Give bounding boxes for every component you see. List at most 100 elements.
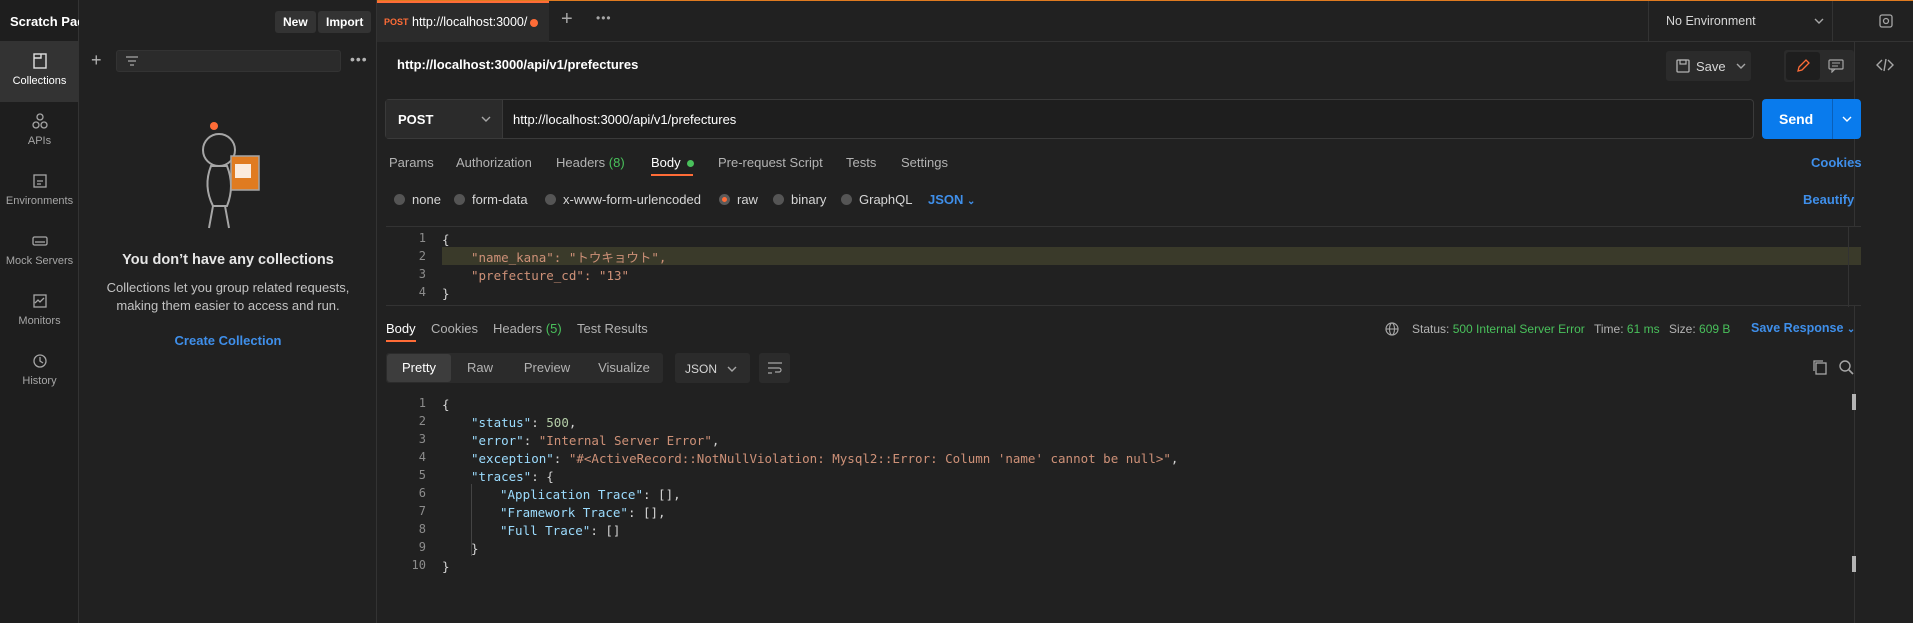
view-visualize-button[interactable]: Visualize: [585, 354, 663, 382]
response-tab-test-results[interactable]: Test Results: [577, 321, 648, 336]
status-value: 500 Internal Server Error: [1452, 322, 1585, 336]
code-snippet-icon[interactable]: [1876, 58, 1894, 72]
rail-item-apis[interactable]: APIs: [0, 102, 79, 162]
new-button[interactable]: New: [275, 11, 316, 33]
tab-tests[interactable]: Tests: [846, 155, 876, 170]
response-status[interactable]: Status: 500 Internal Server Error: [1412, 322, 1585, 336]
scrollbar-thumb[interactable]: [1852, 556, 1856, 572]
save-icon: [1676, 59, 1690, 73]
save-button[interactable]: Save: [1666, 51, 1751, 81]
line-number: 4: [418, 450, 426, 464]
method-label: POST: [398, 112, 434, 127]
code-line: }: [471, 541, 479, 556]
radio-binary[interactable]: binary: [773, 192, 826, 207]
response-size[interactable]: Size: 609 B: [1669, 322, 1730, 336]
apis-icon: [31, 113, 48, 129]
view-raw-button[interactable]: Raw: [451, 354, 509, 382]
status-label: Status:: [1412, 322, 1450, 336]
tab-body[interactable]: Body: [651, 155, 695, 170]
environment-selector[interactable]: No Environment: [1649, 1, 1832, 42]
response-time[interactable]: Time: 61 ms: [1594, 322, 1660, 336]
radio-dot: [773, 194, 784, 205]
time-label: Time:: [1594, 322, 1624, 336]
rail-item-environments[interactable]: Environments: [0, 162, 79, 222]
method-select[interactable]: POST: [386, 100, 503, 138]
chevron-down-icon: ⌄: [967, 196, 976, 207]
request-body-editor[interactable]: 1 2 3 4 { "name_kana": "トウキョウト", "prefec…: [386, 226, 1861, 307]
rail-item-collections[interactable]: Collections: [0, 42, 79, 102]
view-preview-button[interactable]: Preview: [509, 354, 585, 382]
rail-item-history[interactable]: History: [0, 342, 79, 402]
cookies-link[interactable]: Cookies: [1811, 155, 1862, 170]
divider: [1832, 1, 1833, 42]
beautify-link[interactable]: Beautify: [1803, 192, 1854, 207]
environment-quick-look-icon[interactable]: [1878, 13, 1894, 29]
edit-mode-button[interactable]: [1786, 52, 1820, 80]
line-number: 5: [418, 468, 426, 482]
code-line: "error": "Internal Server Error",: [471, 433, 720, 448]
code-line: "status": 500,: [471, 415, 577, 430]
rail-item-monitors[interactable]: Monitors: [0, 282, 79, 342]
active-tab-underline: [651, 174, 693, 176]
body-format-select[interactable]: JSON ⌄: [928, 192, 975, 207]
tab-headers[interactable]: Headers (8): [556, 155, 625, 170]
copy-icon[interactable]: [1812, 359, 1828, 375]
line-number: 8: [418, 522, 426, 536]
radio-graphql[interactable]: GraphQL: [841, 192, 912, 207]
send-button[interactable]: Send: [1762, 99, 1861, 139]
wrap-lines-button[interactable]: [759, 353, 790, 383]
new-tab-icon[interactable]: +: [561, 8, 573, 31]
body-indicator-dot: [687, 160, 695, 167]
size-label: Size:: [1669, 322, 1696, 336]
history-icon: [32, 354, 47, 368]
collections-panel: New Import + ••• You don’t have any coll…: [79, 0, 377, 623]
radio-x-www-form-urlencoded[interactable]: x-www-form-urlencoded: [545, 192, 701, 207]
code-line: "Full Trace": []: [500, 523, 621, 538]
radio-dot: [545, 194, 556, 205]
send-label: Send: [1779, 111, 1814, 127]
right-context-bar: [1854, 42, 1913, 623]
save-response-button[interactable]: Save Response ⌄: [1751, 321, 1855, 335]
search-icon[interactable]: [1838, 359, 1854, 375]
response-format-select[interactable]: JSON: [675, 353, 750, 383]
tab-options-icon[interactable]: •••: [596, 11, 612, 25]
tab-title: http://localhost:3000/: [412, 15, 528, 29]
response-tab-cookies[interactable]: Cookies: [431, 321, 478, 336]
import-button[interactable]: Import: [318, 11, 372, 33]
monitors-icon: [32, 294, 47, 308]
create-collection-link[interactable]: Create Collection: [79, 333, 377, 348]
radio-raw[interactable]: raw: [719, 192, 758, 207]
scrollbar-thumb[interactable]: [1852, 394, 1856, 410]
rail-label: Monitors: [18, 315, 61, 327]
collection-search-input[interactable]: [116, 50, 341, 72]
request-name[interactable]: http://localhost:3000/api/v1/prefectures: [397, 57, 638, 72]
view-pretty-button[interactable]: Pretty: [387, 354, 451, 382]
headers-count: (8): [608, 155, 625, 170]
response-tab-body[interactable]: Body: [386, 321, 416, 336]
tab-params[interactable]: Params: [389, 155, 434, 170]
tab-pre-request-script[interactable]: Pre-request Script: [718, 155, 823, 170]
tab-settings[interactable]: Settings: [901, 155, 948, 170]
chevron-down-icon: [481, 116, 491, 122]
globe-icon[interactable]: [1385, 322, 1399, 336]
more-options-icon[interactable]: •••: [350, 51, 368, 67]
chevron-down-icon: [1736, 63, 1746, 69]
response-body-viewer[interactable]: 1 2 3 4 5 6 7 8 9 10 { "status": 500, "e…: [386, 392, 1856, 592]
radio-label: binary: [791, 192, 827, 207]
code-line: "traces": {: [471, 469, 554, 484]
rail-label: History: [22, 375, 57, 387]
rail-item-mock-servers[interactable]: Mock Servers: [0, 222, 79, 282]
request-tab[interactable]: POST http://localhost:3000/: [377, 1, 549, 42]
radio-none[interactable]: none: [394, 192, 441, 207]
tab-authorization[interactable]: Authorization: [456, 155, 532, 170]
chevron-down-icon: [1842, 116, 1852, 122]
response-tab-headers[interactable]: Headers (5): [493, 321, 562, 336]
chevron-down-icon: [1814, 18, 1824, 24]
astronaut-illustration: [202, 122, 260, 229]
editor-scrollbar[interactable]: [1848, 227, 1861, 307]
add-collection-icon[interactable]: +: [91, 50, 102, 71]
comment-icon[interactable]: [1828, 59, 1844, 73]
radio-form-data[interactable]: form-data: [454, 192, 528, 207]
line-number: 1: [418, 396, 426, 410]
url-input[interactable]: http://localhost:3000/api/v1/prefectures: [513, 112, 736, 127]
